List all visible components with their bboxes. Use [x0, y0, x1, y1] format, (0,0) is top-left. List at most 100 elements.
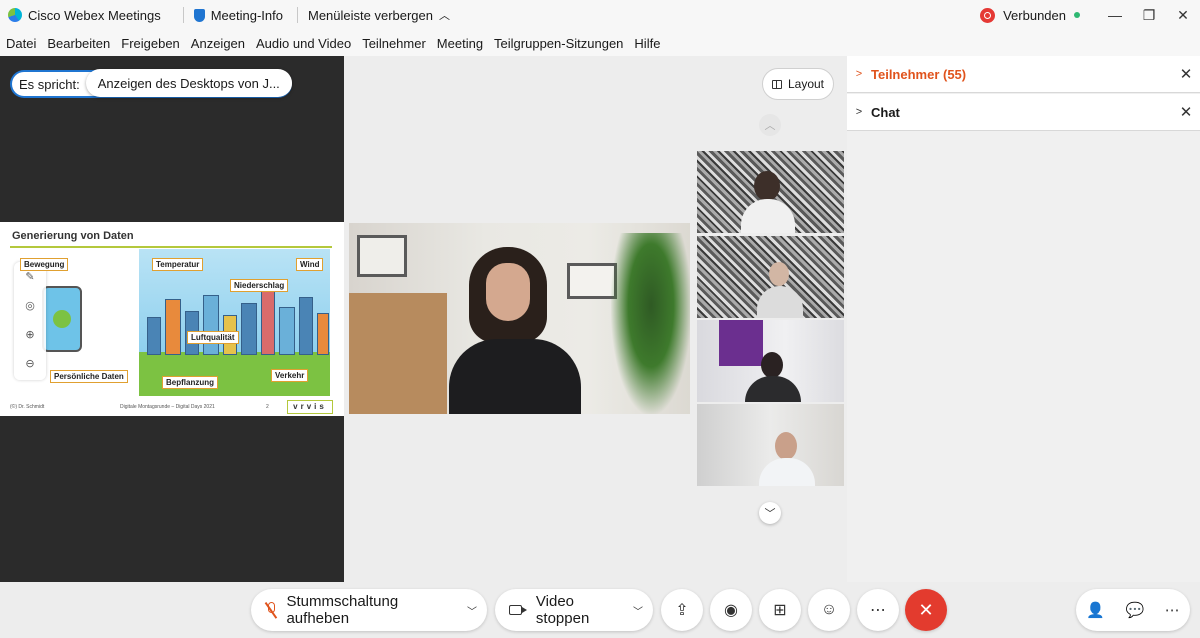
- participants-panel-header[interactable]: > Teilnehmer (55) ✕: [847, 56, 1200, 93]
- menu-bar: Datei Bearbeiten Freigeben Anzeigen Audi…: [0, 30, 1200, 56]
- participant-video-thumbnail[interactable]: [697, 236, 844, 318]
- connection-status: Verbunden: [1003, 7, 1066, 23]
- scroll-up-icon[interactable]: ︿: [759, 114, 781, 136]
- close-icon[interactable]: ✕: [1172, 65, 1200, 83]
- microphone-muted-icon: [264, 602, 277, 619]
- window-controls: Verbunden — ❐ ✕: [980, 0, 1200, 30]
- building: [203, 294, 219, 355]
- building: [261, 290, 275, 355]
- active-speaker-video[interactable]: [349, 223, 690, 414]
- unmute-button[interactable]: Stummschaltung aufheben ﹀: [251, 589, 487, 631]
- more-options-label: ⋯: [870, 602, 886, 619]
- side-panel: > Teilnehmer (55) ✕ > Chat ✕: [847, 56, 1200, 582]
- tag-verkehr: Verkehr: [271, 369, 309, 382]
- chevron-down-icon[interactable]: ﹀: [633, 603, 643, 618]
- unmute-label: Stummschaltung aufheben: [286, 593, 399, 627]
- video-background-banner: [719, 320, 763, 366]
- menu-freigeben[interactable]: Freigeben: [121, 36, 180, 51]
- tag-wind: Wind: [296, 258, 324, 271]
- connected-indicator-icon: [1074, 12, 1080, 18]
- apps-icon[interactable]: ⊞: [759, 589, 801, 631]
- layout-label: Layout: [787, 77, 825, 91]
- menu-teilnehmer[interactable]: Teilnehmer: [362, 36, 426, 51]
- chat-icon[interactable]: 💬: [1125, 601, 1144, 619]
- hide-menu-label: Menüleiste verbergen: [307, 7, 434, 23]
- menu-datei[interactable]: Datei: [6, 36, 36, 51]
- meeting-info-button[interactable]: Meeting-Info: [193, 7, 283, 23]
- vrvis-logo: vrvis: [287, 400, 333, 414]
- participants-title: Teilnehmer (55): [871, 66, 967, 82]
- chevron-up-icon: ︿: [439, 10, 451, 22]
- chat-panel-header[interactable]: > Chat ✕: [847, 94, 1200, 131]
- tag-temperatur: Temperatur: [152, 258, 204, 271]
- video-background-shelf: [349, 293, 447, 414]
- building: [147, 316, 161, 355]
- divider: [296, 7, 298, 23]
- menu-meeting[interactable]: Meeting: [437, 36, 483, 51]
- participant-head: [769, 262, 789, 286]
- leave-meeting-icon[interactable]: ✕: [905, 589, 947, 631]
- tag-bewegung: Bewegung: [20, 258, 69, 271]
- zoom-out-icon[interactable]: ⊖: [14, 349, 46, 378]
- chevron-down-icon[interactable]: ﹀: [467, 603, 477, 618]
- shared-slide: Generierung von Daten ✎ ◎ ⊕ ⊖ Bewegung P…: [0, 222, 344, 416]
- participant-head: [775, 432, 797, 460]
- menu-bearbeiten[interactable]: Bearbeiten: [47, 36, 110, 51]
- participant-video-thumbnail[interactable]: [697, 404, 844, 486]
- tag-bepflanzung: Bepflanzung: [162, 376, 218, 389]
- title-bar: Cisco Webex Meetings Meeting-Info Menüle…: [0, 0, 1200, 30]
- record-icon[interactable]: ◉: [710, 589, 752, 631]
- scroll-down-icon[interactable]: ﹀: [759, 502, 781, 524]
- camera-icon: [509, 605, 527, 615]
- slide-title-underline: [10, 246, 332, 248]
- pointer-icon[interactable]: ◎: [14, 291, 46, 320]
- speaking-label: Es spricht:: [19, 76, 80, 92]
- chat-title: Chat: [871, 104, 900, 120]
- recording-icon: [980, 7, 996, 23]
- menu-teilgruppen[interactable]: Teilgruppen-Sitzungen: [494, 36, 623, 51]
- slide-footer-author: (©) Dr. Schmidt: [10, 404, 45, 410]
- participant-head: [761, 352, 783, 378]
- minimize-icon[interactable]: —: [1098, 7, 1132, 23]
- zoom-in-icon[interactable]: ⊕: [14, 320, 46, 349]
- video-background-picture: [357, 235, 407, 277]
- building: [299, 296, 313, 355]
- tag-niederschlag: Niederschlag: [230, 279, 289, 292]
- more-options-icon[interactable]: ⋯: [857, 589, 899, 631]
- app-title: Cisco Webex Meetings: [0, 8, 161, 23]
- hide-menu-button[interactable]: Menüleiste verbergen ︿: [308, 7, 450, 23]
- participant-body: [757, 286, 803, 318]
- meeting-controls: Stummschaltung aufheben ﹀ Video stoppen …: [0, 582, 1200, 638]
- tag-luftqualitaet: Luftqualität: [187, 331, 239, 344]
- play-icon: [53, 310, 71, 328]
- building: [279, 306, 295, 355]
- reactions-icon[interactable]: ☺: [808, 589, 850, 631]
- share-icon[interactable]: ⇪: [661, 589, 703, 631]
- speaker-face: [486, 263, 530, 321]
- layout-icon: [771, 79, 782, 89]
- slide-page-number: 2: [266, 404, 269, 410]
- menu-hilfe[interactable]: Hilfe: [634, 36, 660, 51]
- menu-audio-video[interactable]: Audio und Video: [256, 36, 351, 51]
- active-speaker-indicator: Es spricht: Anzeigen des Desktops von J.…: [10, 69, 292, 98]
- participant-body: [741, 199, 795, 233]
- app-name: Cisco Webex Meetings: [28, 7, 161, 23]
- annotation-toolbar: ✎ ◎ ⊕ ⊖: [14, 262, 46, 380]
- chevron-right-icon: >: [855, 68, 863, 80]
- participants-icon[interactable]: 👤: [1086, 601, 1105, 619]
- participant-video-thumbnail[interactable]: [697, 320, 844, 402]
- participant-video-thumbnail[interactable]: [697, 151, 844, 233]
- close-icon[interactable]: ✕: [1172, 103, 1200, 121]
- slide-footer-event: Digitale Montagsrunde – Digital Days 202…: [120, 404, 215, 410]
- shield-icon: [193, 8, 205, 22]
- layout-button[interactable]: Layout: [762, 68, 834, 100]
- tag-persoenliche-daten: Persönliche Daten: [50, 370, 128, 383]
- menu-anzeigen[interactable]: Anzeigen: [191, 36, 245, 51]
- more-panels-icon[interactable]: ⋯: [1165, 601, 1180, 619]
- stop-video-button[interactable]: Video stoppen ﹀: [495, 589, 653, 631]
- desktop-share-label[interactable]: Anzeigen des Desktops von J...: [85, 69, 292, 97]
- slide-footer: (©) Dr. Schmidt Digitale Montagsrunde – …: [10, 404, 332, 410]
- restore-icon[interactable]: ❐: [1132, 7, 1166, 24]
- meeting-info-label: Meeting-Info: [210, 7, 283, 23]
- close-window-icon[interactable]: ✕: [1166, 7, 1200, 24]
